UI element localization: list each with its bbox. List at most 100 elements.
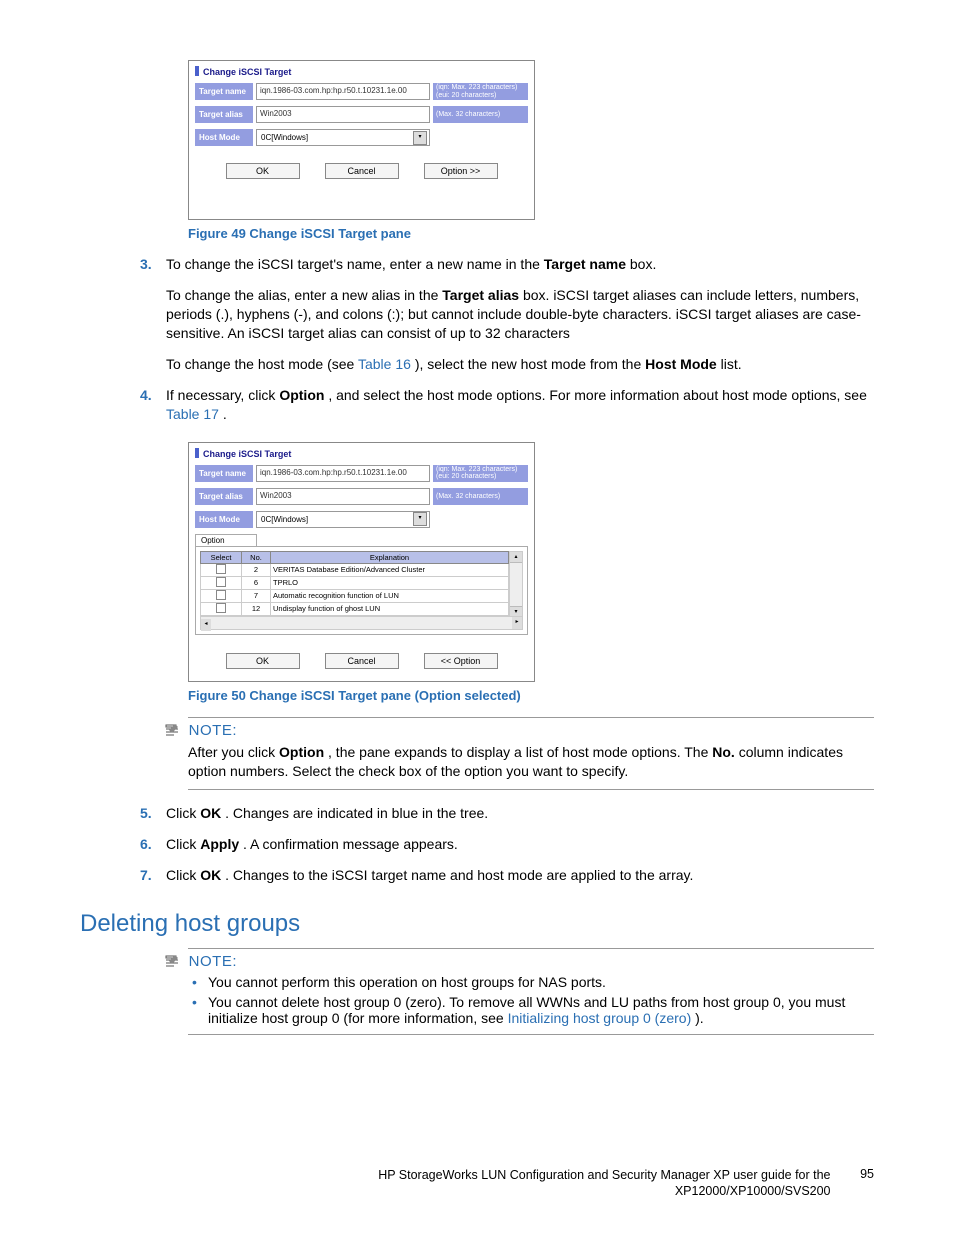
target-alias-input[interactable]: Win2003 [256, 488, 430, 505]
ok-bold: OK [200, 805, 221, 821]
text: To change the alias, enter a new alias i… [166, 287, 442, 303]
target-alias-hint: (Max. 32 characters) [433, 488, 528, 505]
col-select: Select [201, 551, 242, 563]
option-no: 12 [242, 602, 271, 615]
ok-button[interactable]: OK [226, 163, 300, 179]
option-checkbox[interactable] [216, 577, 226, 587]
target-alias-label: Target alias [195, 106, 253, 123]
option-exp: TPRLO [271, 576, 509, 589]
step-number: 3. [140, 255, 152, 274]
text: list. [721, 356, 742, 372]
host-mode-value: 0C[Windows] [259, 132, 413, 143]
host-mode-bold: Host Mode [645, 356, 717, 372]
target-name-input[interactable]: iqn.1986-03.com.hp:hp.r50.t.10231.1e.00 [256, 83, 430, 100]
text: ). [695, 1010, 704, 1026]
cancel-button[interactable]: Cancel [325, 653, 399, 669]
text: Click [166, 836, 200, 852]
init-host-group-0-link[interactable]: Initializing host group 0 (zero) [508, 1010, 692, 1026]
section-heading-deleting-host-groups: Deleting host groups [80, 910, 874, 938]
footer-line-2: XP12000/XP10000/SVS200 [675, 1184, 831, 1198]
step-5: 5. Click OK . Changes are indicated in b… [140, 804, 874, 823]
target-alias-input[interactable]: Win2003 [256, 106, 430, 123]
option-row: 6 TPRLO [201, 576, 509, 589]
host-mode-value: 0C[Windows] [259, 514, 413, 525]
step-number: 5. [140, 804, 152, 823]
option-no: 6 [242, 576, 271, 589]
divider [188, 1034, 874, 1035]
text: . A confirmation message appears. [243, 836, 458, 852]
note-label: NOTE: [189, 953, 237, 970]
step-3: 3. To change the iSCSI target's name, en… [140, 255, 874, 373]
ok-bold: OK [200, 867, 221, 883]
option-button[interactable]: Option >> [424, 163, 498, 179]
host-mode-select[interactable]: 0C[Windows] ▾ [256, 511, 430, 528]
text: You cannot perform this operation on hos… [208, 974, 606, 990]
text: box. [630, 256, 656, 272]
host-mode-label: Host Mode [195, 129, 253, 146]
figure-49-pane: Change iSCSI Target Target name iqn.1986… [188, 60, 535, 220]
divider [188, 948, 874, 949]
target-name-hint: (iqn: Max. 223 characters) (eui: 20 char… [433, 83, 528, 100]
chevron-down-icon[interactable]: ▾ [413, 131, 427, 145]
note-icon [164, 954, 180, 968]
apply-bold: Apply [200, 836, 239, 852]
step-6: 6. Click Apply . A confirmation message … [140, 835, 874, 854]
option-table-wrap: Select No. Explanation 2 VERITAS Databas… [195, 546, 528, 635]
text: . Changes are indicated in blue in the t… [225, 805, 488, 821]
ok-button[interactable]: OK [226, 653, 300, 669]
host-mode-select[interactable]: 0C[Windows] ▾ [256, 129, 430, 146]
option-checkbox[interactable] [216, 564, 226, 574]
cancel-button[interactable]: Cancel [325, 163, 399, 179]
table-16-link[interactable]: Table 16 [358, 356, 411, 372]
option-table: Select No. Explanation 2 VERITAS Databas… [200, 551, 509, 616]
target-name-label: Target name [195, 465, 253, 482]
text: Click [166, 805, 200, 821]
scroll-up-icon[interactable]: ▴ [510, 552, 522, 563]
option-row: 12 Undisplay function of ghost LUN [201, 602, 509, 615]
text: After you click [188, 744, 279, 760]
pane-title: Change iSCSI Target [189, 443, 534, 462]
col-explanation: Explanation [271, 551, 509, 563]
option-bold: Option [279, 387, 324, 403]
note-list-item: You cannot delete host group 0 (zero). T… [204, 994, 874, 1026]
note-block: NOTE: After you click Option , the pane … [188, 717, 874, 790]
divider [188, 789, 874, 790]
step-number: 6. [140, 835, 152, 854]
text: , the pane expands to display a list of … [328, 744, 712, 760]
option-exp: Undisplay function of ghost LUN [271, 602, 509, 615]
target-alias-bold: Target alias [442, 287, 519, 303]
option-row: 7 Automatic recognition function of LUN [201, 589, 509, 602]
option-checkbox[interactable] [216, 590, 226, 600]
pane-title: Change iSCSI Target [189, 61, 534, 80]
text: . [223, 406, 227, 422]
option-no: 2 [242, 563, 271, 576]
col-no: No. [242, 551, 271, 563]
target-name-hint: (iqn: Max. 223 characters) (eui: 20 char… [433, 465, 528, 482]
text: . Changes to the iSCSI target name and h… [225, 867, 693, 883]
figure-50-pane: Change iSCSI Target Target name iqn.1986… [188, 442, 535, 682]
option-row: 2 VERITAS Database Edition/Advanced Clus… [201, 563, 509, 576]
horizontal-scrollbar[interactable]: ◂ ▸ [200, 616, 523, 630]
text: ), select the new host mode from the [415, 356, 645, 372]
scroll-right-icon[interactable]: ▸ [512, 617, 522, 629]
chevron-down-icon[interactable]: ▾ [413, 512, 427, 526]
option-collapse-button[interactable]: << Option [424, 653, 498, 669]
target-alias-hint: (Max. 32 characters) [433, 106, 528, 123]
vertical-scrollbar[interactable]: ▴ ▾ [509, 551, 523, 618]
figure-49-caption: Figure 49 Change iSCSI Target pane [188, 226, 874, 241]
option-exp: VERITAS Database Edition/Advanced Cluste… [271, 563, 509, 576]
option-checkbox[interactable] [216, 603, 226, 613]
note-label: NOTE: [189, 722, 237, 739]
table-17-link[interactable]: Table 17 [166, 406, 219, 422]
step-7: 7. Click OK . Changes to the iSCSI targe… [140, 866, 874, 885]
no-bold: No. [712, 744, 735, 760]
target-name-input[interactable]: iqn.1986-03.com.hp:hp.r50.t.10231.1e.00 [256, 465, 430, 482]
text: To change the host mode (see [166, 356, 358, 372]
target-name-label: Target name [195, 83, 253, 100]
option-bold: Option [279, 744, 324, 760]
hint-eui: (eui: 20 characters) [436, 473, 525, 481]
note-list-item: You cannot perform this operation on hos… [204, 974, 874, 990]
scroll-left-icon[interactable]: ◂ [201, 619, 211, 631]
note-block: NOTE: You cannot perform this operation … [188, 948, 874, 1035]
text: Click [166, 867, 200, 883]
